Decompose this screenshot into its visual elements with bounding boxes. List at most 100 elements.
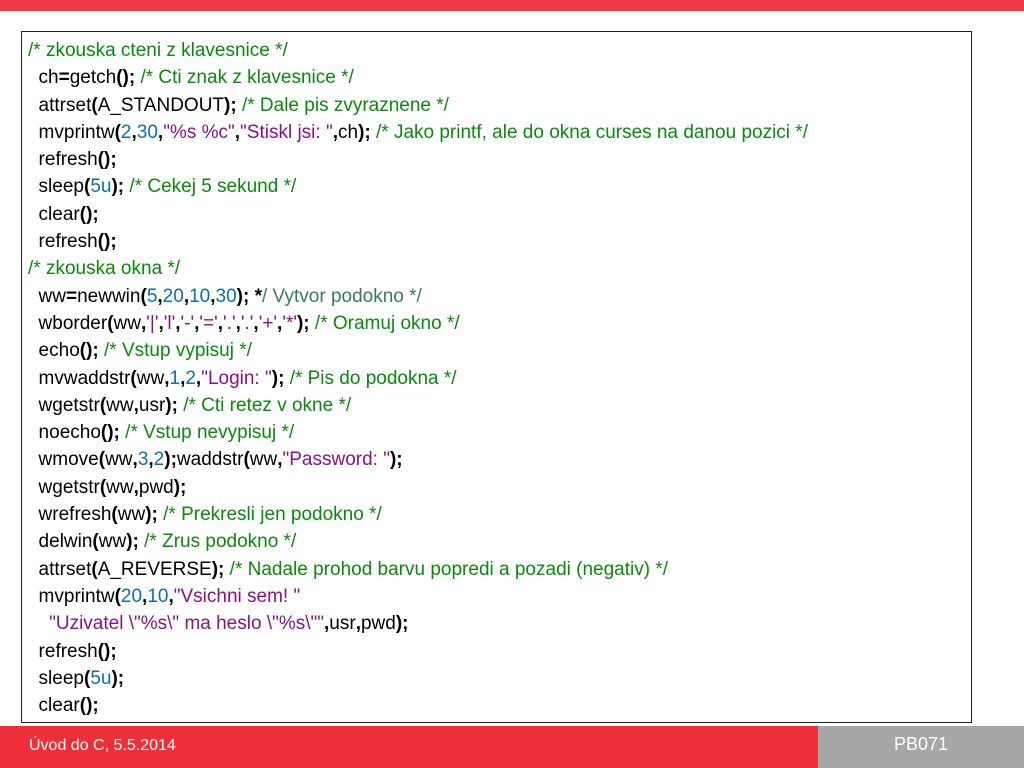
code-token: "Vsichni sem! "	[173, 585, 301, 607]
code-token: /* Pis do podokna */	[289, 367, 457, 389]
code-token: wrefresh	[28, 504, 112, 526]
code-token: pwd	[360, 613, 396, 635]
code-line: refresh();	[28, 146, 808, 173]
code-token: "Login: "	[201, 367, 272, 389]
code-token: mvwaddstr	[28, 367, 131, 389]
code-token: ww	[106, 394, 134, 416]
code-token: sleep	[28, 176, 84, 198]
code-line: wrefresh(ww); /* Prekresli jen podokno *…	[28, 501, 808, 528]
code-token: 3	[137, 449, 149, 471]
code-token: );	[395, 613, 409, 635]
code-token: 5u	[90, 176, 112, 198]
footer-course-code: PB071	[894, 734, 949, 754]
code-token: /* Nadale prohod barvu popredi a pozadi …	[229, 558, 669, 580]
code-token: /* Cti retez v okne */	[183, 394, 352, 416]
code-token: /* Oramuj okno */	[314, 312, 460, 334]
code-token: /* Prekresli jen podokno */	[163, 504, 382, 526]
code-token: ();	[97, 149, 117, 171]
code-token: '*'	[282, 312, 297, 334]
code-token: "Password: "	[282, 449, 390, 471]
code-token: );	[389, 449, 403, 471]
code-listing-box: /* zkouska cteni z klavesnice */ ch=getc…	[21, 31, 972, 723]
code-token: wmove	[28, 449, 99, 471]
code-token: );	[126, 531, 139, 553]
code-token: 20	[162, 285, 184, 307]
code-token: );	[271, 367, 285, 389]
code-token: 10	[189, 285, 211, 307]
code-line: mvwaddstr(ww,1,2,"Login: "); /* Pis do p…	[28, 365, 808, 392]
code-token: *	[254, 285, 262, 307]
code-line: /* zkouska cteni z klavesnice */	[28, 37, 808, 64]
code-line: echo(); /* Vstup vypisuj */	[28, 337, 808, 364]
code-line: clear();	[28, 201, 808, 228]
code-token: noecho	[28, 422, 101, 444]
code-token: refresh	[28, 231, 98, 253]
code-token: '.'	[223, 312, 236, 334]
code-line: attrset(A_REVERSE); /* Nadale prohod bar…	[28, 556, 808, 583]
code-token: refresh	[28, 149, 98, 171]
code-line: refresh();	[28, 228, 808, 255]
code-token: ww	[28, 285, 66, 307]
footer-course-date: Úvod do C, 5.5.2014	[29, 737, 176, 754]
code-token: ww	[113, 312, 141, 334]
code-token: /* Vstup nevypisuj */	[125, 422, 295, 444]
code-token: ch	[28, 67, 59, 89]
code-token: 2	[153, 449, 165, 471]
code-token: );	[358, 121, 371, 143]
code-token: );	[145, 504, 158, 526]
code-token: wgetstr	[28, 394, 100, 416]
code-token: sleep	[28, 667, 84, 689]
code-token: 5	[146, 285, 158, 307]
code-token: ();	[79, 203, 99, 225]
code-token: );	[164, 449, 177, 471]
code-token: ch	[337, 121, 359, 143]
code-line: ch=getch(); /* Cti znak z klavesnice */	[28, 64, 808, 91]
code-token: ();	[97, 640, 117, 662]
code-token: ww	[136, 367, 165, 389]
code-token: '-'	[180, 312, 195, 334]
code-line: "Uzivatel \"%s\" ma heslo \"%s\"",usr,pw…	[28, 610, 808, 637]
code-line: sleep(5u);	[28, 665, 808, 692]
code-token: A_STANDOUT	[97, 94, 225, 116]
code-token: ();	[116, 67, 136, 89]
footer-left-panel: Úvod do C, 5.5.2014	[0, 726, 818, 768]
code-line: wgetstr(ww,pwd);	[28, 474, 808, 501]
code-token: clear	[28, 695, 80, 717]
code-token: ww	[98, 531, 127, 553]
code-token: mvprintw	[28, 121, 115, 143]
code-token: refresh	[28, 640, 98, 662]
code-token: newwin	[77, 285, 141, 307]
footer-bar: Úvod do C, 5.5.2014 PB071	[0, 726, 1024, 768]
code-token: '+'	[258, 312, 278, 334]
code-token: 30	[136, 121, 158, 143]
code-token: mvprintw	[28, 585, 115, 607]
code-token: '='	[199, 312, 218, 334]
code-line: refresh();	[28, 638, 808, 665]
code-token: );	[211, 558, 225, 580]
code-token: clear	[28, 203, 80, 225]
code-token: );	[173, 476, 187, 498]
code-line: sleep(5u); /* Cekej 5 sekund */	[28, 173, 808, 200]
code-token: 30	[215, 285, 237, 307]
code-line: /* zkouska okna */	[28, 255, 808, 282]
code-token: 20	[120, 585, 143, 607]
code-token: ww	[117, 504, 146, 526]
code-token: usr	[138, 394, 166, 416]
code-token: /* zkouska okna */	[28, 258, 181, 280]
code-line: wborder(ww,'|','l','-','=','.','.','+','…	[28, 310, 808, 337]
code-token: =	[66, 285, 78, 307]
code-token: attrset	[28, 558, 92, 580]
code-token: wgetstr	[28, 476, 100, 498]
code-token: '|'	[146, 312, 159, 334]
code-token: ();	[97, 231, 117, 253]
code-token: ww	[106, 476, 134, 498]
code-token: "%s %c"	[163, 121, 235, 143]
code-token: ww	[105, 449, 133, 471]
code-token: / Vytvor podokno */	[262, 285, 422, 307]
top-accent-bar	[0, 0, 1024, 11]
code-line: delwin(ww); /* Zrus podokno */	[28, 528, 808, 555]
code-token: 10	[147, 585, 169, 607]
code-token: 'l'	[163, 312, 176, 334]
code-token: 1	[169, 367, 181, 389]
code-token: );	[296, 312, 310, 334]
